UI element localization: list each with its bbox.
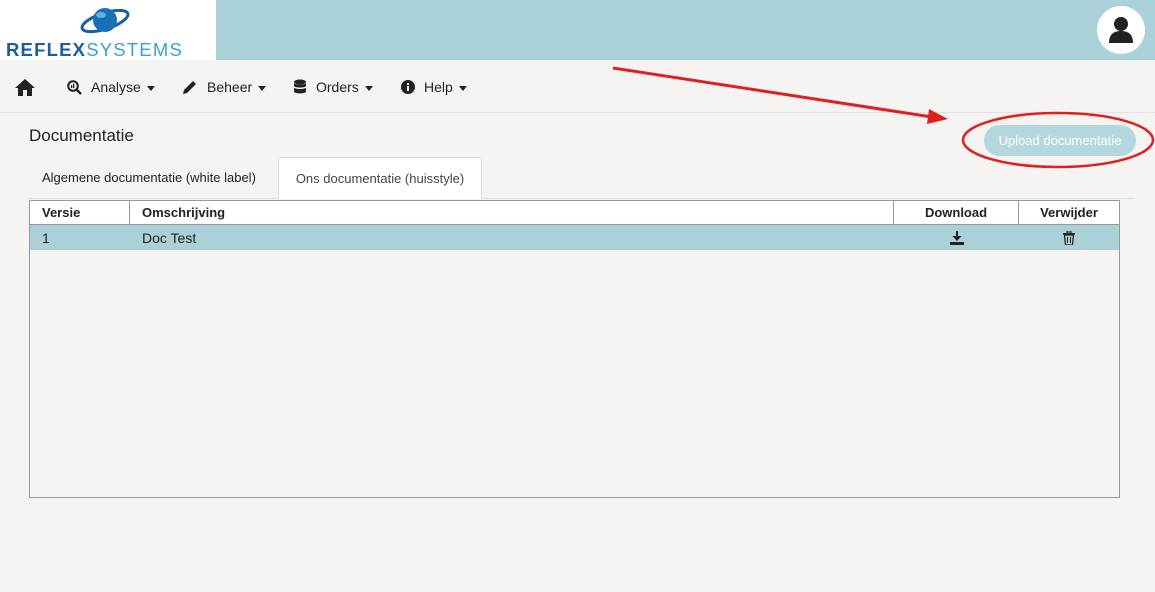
pencil-icon <box>183 81 196 94</box>
caret-down-icon <box>458 85 467 91</box>
logo[interactable]: REFLEXSYSTEMS <box>0 0 216 60</box>
nav-beheer-label: Beheer <box>207 79 253 95</box>
caret-down-icon <box>146 85 155 91</box>
table-header: Versie Omschrijving Download Verwijder <box>30 201 1119 225</box>
logo-text-systems: SYSTEMS <box>86 39 183 60</box>
tab-algemene-documentatie[interactable]: Algemene documentatie (white label) <box>29 157 275 198</box>
column-header-verwijder[interactable]: Verwijder <box>1019 201 1119 224</box>
nav-beheer[interactable]: Beheer <box>182 77 267 97</box>
nav-orders-label: Orders <box>316 79 359 95</box>
home-icon <box>15 78 35 96</box>
page-title: Documentatie <box>29 126 134 145</box>
logo-text-reflex: REFLEX <box>6 39 87 60</box>
top-bar: REFLEXSYSTEMS <box>0 0 1155 60</box>
nav-orders[interactable]: Orders <box>293 77 373 97</box>
column-header-download[interactable]: Download <box>894 201 1019 224</box>
caret-down-icon <box>258 85 267 91</box>
nav-help[interactable]: Help <box>401 77 467 97</box>
tabs-divider <box>29 198 1135 199</box>
table-row[interactable]: 1 Doc Test <box>30 225 1119 250</box>
cell-omschrijving: Doc Test <box>142 229 197 246</box>
user-icon <box>1109 17 1133 43</box>
nav-help-label: Help <box>424 79 453 95</box>
column-header-versie[interactable]: Versie <box>30 201 130 224</box>
main-navbar: Analyse Beheer Orders Help <box>0 60 1155 113</box>
download-icon <box>949 230 964 245</box>
caret-down-icon <box>364 85 373 91</box>
documentation-table: Versie Omschrijving Download Verwijder 1… <box>29 200 1120 498</box>
analytics-icon <box>67 79 82 95</box>
download-button[interactable] <box>894 225 1019 250</box>
nav-analyse-label: Analyse <box>91 79 141 95</box>
globe-icon <box>80 8 130 34</box>
user-avatar-button[interactable] <box>1097 6 1145 54</box>
column-header-omschrijving[interactable]: Omschrijving <box>130 201 894 224</box>
trash-icon <box>1063 230 1075 245</box>
info-icon <box>401 80 415 94</box>
tab-ons-documentatie[interactable]: Ons documentatie (huisstyle) <box>278 157 482 199</box>
nav-analyse[interactable]: Analyse <box>67 77 155 97</box>
database-icon <box>294 79 306 94</box>
delete-button[interactable] <box>1019 225 1119 250</box>
upload-documentation-button[interactable]: Upload documentatie <box>984 125 1136 156</box>
home-button[interactable] <box>14 77 36 97</box>
cell-versie: 1 <box>42 229 50 246</box>
